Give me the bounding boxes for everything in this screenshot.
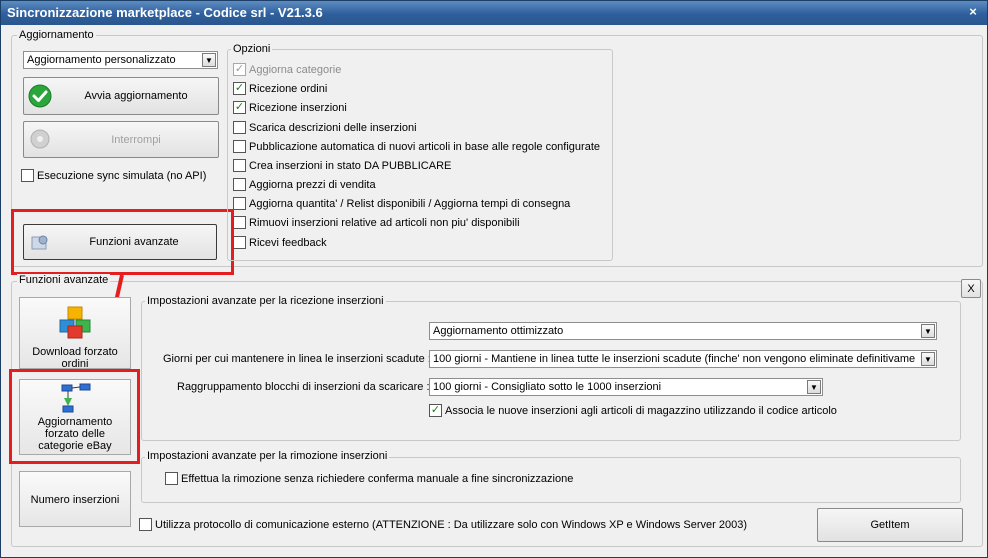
option-rimuovi-inserzioni[interactable]: Rimuovi inserzioni relative ad articoli … [233,216,520,229]
title-bar: Sincronizzazione marketplace - Codice sr… [1,1,987,25]
checkbox-box [233,178,246,191]
receive-mode-select[interactable]: Aggiornamento ottimizzato ▼ [429,322,937,340]
chevron-down-icon: ▼ [921,324,935,338]
aggiornamento-group-label: Aggiornamento [17,29,96,41]
chevron-down-icon: ▼ [807,380,821,394]
chevron-down-icon: ▼ [921,352,935,366]
days-label: Giorni per cui mantenere in linea le ins… [163,353,431,365]
checkbox-box: ✓ [429,404,442,417]
option-pubblicazione-automatica[interactable]: Pubblicazione automatica di nuovi artico… [233,140,600,153]
days-select[interactable]: 100 giorni - Mantiene in linea tutte le … [429,350,937,368]
update-categories-button[interactable]: Aggiornamento forzato delle categorie eB… [19,379,131,455]
checkbox-box: ✓ [233,101,246,114]
checkbox-box [233,140,246,153]
option-crea-inserzioni[interactable]: Crea inserzioni in stato DA PUBBLICARE [233,159,451,172]
checkbox-box [233,159,246,172]
option-aggiorna-quantita[interactable]: Aggiorna quantita' / Relist disponibili … [233,197,570,210]
close-icon[interactable]: × [965,4,981,20]
checkbox-box [21,169,34,182]
start-update-button[interactable]: Avvia aggiornamento [23,77,219,115]
checkbox-box: ✓ [233,82,246,95]
gear-icon [30,129,50,149]
check-icon [28,84,52,108]
option-ricezione-inserzioni[interactable]: ✓ Ricezione inserzioni [233,101,347,114]
download-forced-orders-button[interactable]: Download forzato ordini [19,297,131,370]
option-aggiorna-prezzi[interactable]: Aggiorna prezzi di vendita [233,178,376,191]
sync-window: Sincronizzazione marketplace - Codice sr… [0,0,988,558]
update-categories-label: Aggiornamento forzato delle categorie eB… [37,416,113,452]
advanced-functions-button[interactable]: Funzioni avanzate [23,224,217,260]
option-ricevi-feedback[interactable]: Ricevi feedback [233,236,327,249]
checkbox-box: ✓ [233,63,246,76]
close-advanced-button[interactable]: X [961,279,981,298]
checkbox-box [233,121,246,134]
stop-button[interactable]: Interrompi [23,121,219,158]
checkbox-box [233,197,246,210]
number-listings-button[interactable]: Numero inserzioni [19,471,131,527]
advanced-functions-label: Funzioni avanzate [89,236,179,248]
tools-icon [31,235,48,250]
checkbox-box [139,518,152,531]
stop-label: Interrompi [111,133,161,146]
checkbox-box [233,236,246,249]
external-protocol-checkbox[interactable]: Utilizza protocollo di comunicazione est… [139,518,747,531]
option-aggiorna-categorie[interactable]: ✓ Aggiorna categorie [233,63,341,76]
getitem-button[interactable]: GetItem [817,508,963,542]
associate-items-checkbox[interactable]: ✓ Associa le nuove inserzioni agli artic… [429,404,837,417]
number-listings-label: Numero inserzioni [30,494,120,506]
simulated-sync-checkbox[interactable]: Esecuzione sync simulata (no API) [21,169,206,182]
update-mode-select[interactable]: Aggiornamento personalizzato ▼ [23,51,218,69]
hierarchy-icon [61,383,91,413]
window-title: Sincronizzazione marketplace - Codice sr… [7,5,323,20]
remove-confirm-checkbox[interactable]: Effettua la rimozione senza richiedere c… [165,472,573,485]
grouping-select[interactable]: 100 giorni - Consigliato sotto le 1000 i… [429,378,823,396]
checkbox-box [165,472,178,485]
download-forced-orders-label: Download forzato ordini [32,346,118,370]
opzioni-group-label: Opzioni [231,43,273,55]
option-ricezione-ordini[interactable]: ✓ Ricezione ordini [233,82,327,95]
grouping-label: Raggruppamento blocchi di inserzioni da … [177,381,430,393]
checkbox-box [233,216,246,229]
ricezione-settings-label: Impostazioni avanzate per la ricezione i… [145,295,386,307]
start-update-label: Avvia aggiornamento [84,90,188,102]
opzioni-group [227,49,613,261]
blocks-icon [59,306,91,339]
option-scarica-descrizioni[interactable]: Scarica descrizioni delle inserzioni [233,121,417,134]
chevron-down-icon: ▼ [202,53,216,67]
rimozione-settings-label: Impostazioni avanzate per la rimozione i… [145,450,390,462]
